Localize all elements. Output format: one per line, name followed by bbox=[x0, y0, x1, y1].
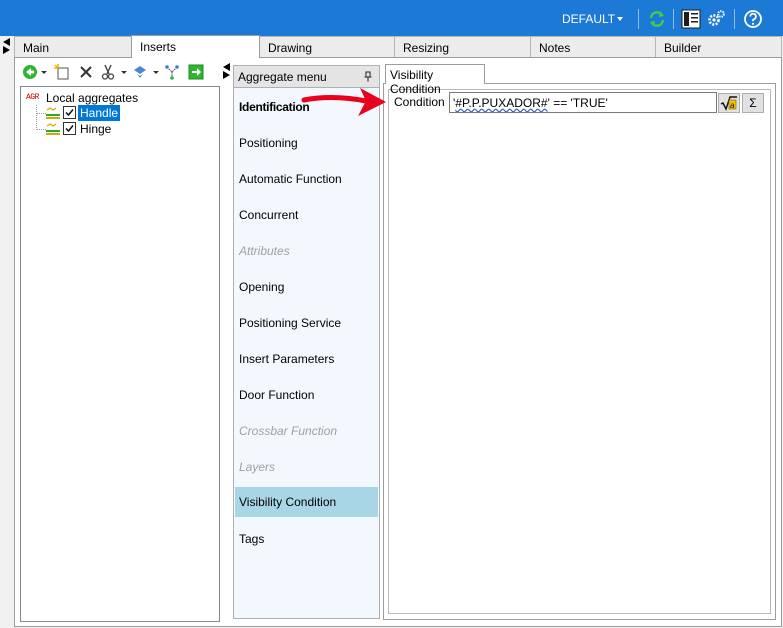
back-icon[interactable] bbox=[22, 64, 38, 80]
insert-component-icon bbox=[46, 107, 60, 119]
profile-selector[interactable]: DEFAULT bbox=[562, 12, 615, 26]
annotation-arrow-icon bbox=[301, 88, 386, 116]
toolbar-divider bbox=[638, 9, 639, 29]
tree-item-label: Hinge bbox=[80, 122, 112, 136]
chevron-down-icon[interactable] bbox=[120, 64, 128, 80]
aggregate-menu-title: Aggregate menu bbox=[238, 70, 327, 84]
condition-variable: #P.P.PUXADOR# bbox=[455, 96, 548, 110]
toolbar-divider bbox=[673, 9, 674, 29]
tree-item-label: Handle bbox=[78, 105, 121, 121]
help-icon[interactable] bbox=[743, 9, 763, 29]
top-bar: DEFAULT bbox=[0, 0, 783, 36]
toolbar-divider bbox=[734, 9, 735, 29]
aggregate-icon: AGR bbox=[26, 93, 39, 102]
formula-editor-button[interactable]: a bbox=[718, 93, 740, 113]
tree-connector bbox=[36, 105, 37, 128]
chevron-down-icon[interactable] bbox=[617, 17, 623, 21]
collapse-arrows-icon[interactable] bbox=[222, 62, 231, 80]
tab-visibility-condition[interactable]: Visibility Condition bbox=[385, 64, 485, 96]
content-inner-panel bbox=[388, 89, 771, 614]
panel-layout-icon[interactable] bbox=[681, 9, 701, 29]
condition-label: Condition bbox=[394, 95, 445, 109]
square-root-icon: a bbox=[720, 96, 737, 111]
condition-comparison: ' == 'TRUE' bbox=[547, 96, 608, 110]
tab-inserts[interactable]: Inserts bbox=[131, 35, 260, 58]
menu-item-attributes: Attributes bbox=[239, 244, 290, 258]
tab-builder[interactable]: Builder bbox=[655, 36, 782, 57]
insert-component-icon bbox=[46, 123, 60, 135]
export-icon[interactable] bbox=[188, 64, 204, 80]
menu-item-automatic-function[interactable]: Automatic Function bbox=[235, 164, 378, 194]
menu-item-tags[interactable]: Tags bbox=[235, 524, 378, 554]
menu-item-insert-parameters[interactable]: Insert Parameters bbox=[235, 344, 378, 374]
tab-notes[interactable]: Notes bbox=[530, 36, 656, 57]
hierarchy-icon[interactable] bbox=[164, 64, 180, 80]
delete-icon[interactable] bbox=[78, 64, 94, 80]
aggregate-tree[interactable]: AGR Local aggregates Handle Hinge bbox=[20, 86, 220, 622]
settings-gears-icon[interactable] bbox=[706, 9, 726, 29]
menu-item-opening[interactable]: Opening bbox=[235, 272, 378, 302]
chevron-down-icon[interactable] bbox=[152, 64, 160, 80]
tree-root-label: Local aggregates bbox=[46, 91, 139, 105]
svg-text:a: a bbox=[730, 101, 735, 110]
menu-item-positioning-service[interactable]: Positioning Service bbox=[235, 308, 378, 338]
tab-drawing[interactable]: Drawing bbox=[259, 36, 395, 57]
menu-item-positioning[interactable]: Positioning bbox=[235, 128, 378, 158]
collapse-arrows-icon[interactable] bbox=[2, 37, 11, 55]
menu-item-visibility-condition[interactable]: Visibility Condition bbox=[235, 487, 378, 517]
tree-toolbar bbox=[22, 64, 222, 84]
sum-button[interactable]: Σ bbox=[742, 93, 764, 113]
condition-input[interactable]: '#P.P.PUXADOR#' == 'TRUE' bbox=[449, 92, 717, 113]
chevron-down-icon[interactable] bbox=[40, 64, 48, 80]
refresh-icon[interactable] bbox=[647, 9, 667, 29]
menu-item-door-function[interactable]: Door Function bbox=[235, 380, 378, 410]
menu-item-layers: Layers bbox=[239, 460, 276, 474]
tab-resizing[interactable]: Resizing bbox=[394, 36, 531, 57]
tab-main[interactable]: Main bbox=[14, 36, 132, 57]
pin-icon[interactable] bbox=[364, 71, 372, 82]
hinge-checkbox[interactable] bbox=[63, 122, 76, 135]
aggregate-menu: Identification Positioning Automatic Fun… bbox=[233, 87, 380, 619]
menu-item-concurrent[interactable]: Concurrent bbox=[235, 200, 378, 230]
cut-icon[interactable] bbox=[100, 64, 116, 80]
menu-item-crossbar-function: Crossbar Function bbox=[239, 424, 338, 438]
handle-checkbox[interactable] bbox=[63, 106, 76, 119]
paste-icon[interactable] bbox=[132, 64, 148, 80]
new-item-icon[interactable] bbox=[54, 64, 70, 80]
